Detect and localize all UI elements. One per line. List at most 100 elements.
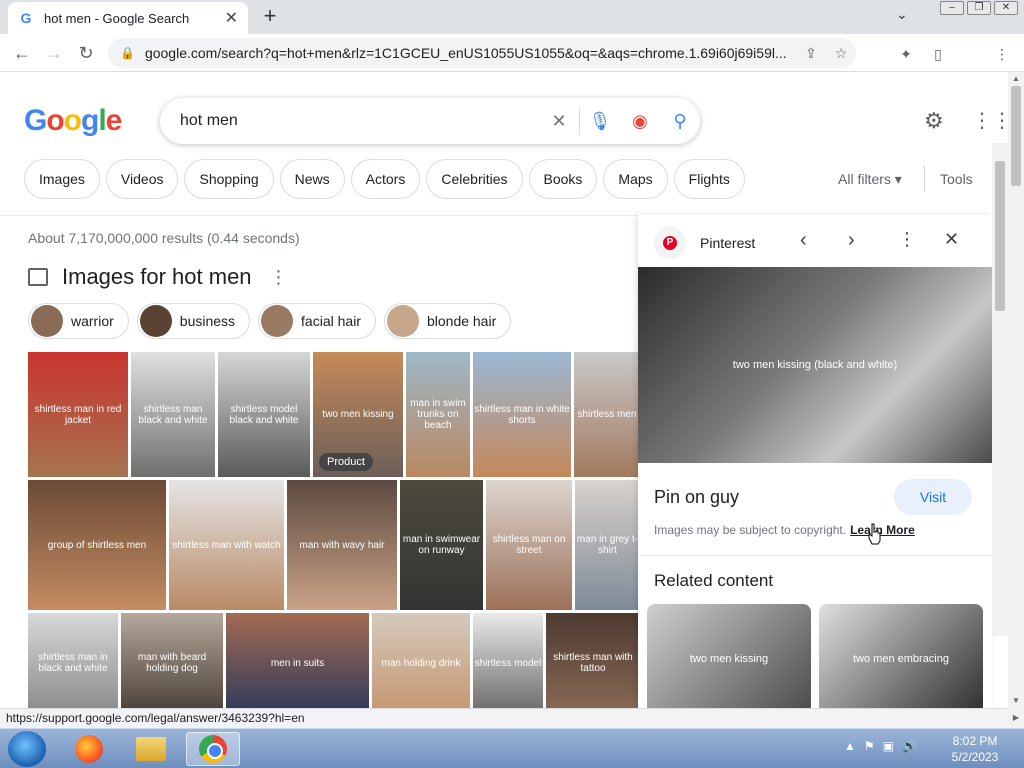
panel-scrollbar[interactable] xyxy=(992,143,1008,636)
tab-search-chevron-icon[interactable]: ⌄ xyxy=(896,6,908,23)
all-filters-button[interactable]: All filters ▾ xyxy=(838,171,902,188)
panel-divider xyxy=(638,555,992,556)
chip-thumbnail xyxy=(139,305,172,337)
refine-chip-blonde-hair[interactable]: blonde hair xyxy=(383,303,512,339)
google-logo[interactable]: Google xyxy=(24,104,122,138)
url-text[interactable]: google.com/search?q=hot+men&rlz=1C1GCEU_… xyxy=(145,45,796,61)
refine-chip-business[interactable]: business xyxy=(136,303,251,339)
chip-actors[interactable]: Actors xyxy=(350,159,421,199)
search-input[interactable]: hot men xyxy=(180,112,539,130)
refine-chip-warrior[interactable]: warrior xyxy=(28,303,129,339)
image-result[interactable]: shirtless man on street xyxy=(486,480,572,610)
scroll-down-arrow-icon[interactable]: ▼ xyxy=(1012,696,1020,705)
chip-thumbnail xyxy=(261,305,294,337)
tools-button[interactable]: Tools xyxy=(940,171,973,187)
image-result[interactable]: shirtless man with watch xyxy=(169,480,284,610)
image-result[interactable]: shirtless model xyxy=(473,613,543,708)
chip-images[interactable]: Images xyxy=(24,159,100,199)
windows-start-button[interactable] xyxy=(8,731,46,767)
new-tab-button[interactable]: + xyxy=(258,4,282,28)
panel-source[interactable]: P Pinterest xyxy=(654,227,755,259)
preview-title[interactable]: Pin on guy xyxy=(654,487,739,508)
image-result[interactable]: shirtless man black and white xyxy=(131,352,215,477)
related-content-heading: Related content xyxy=(654,571,774,590)
search-box[interactable]: hot men ✕ 🎙 ◉ ⚲ xyxy=(160,98,700,144)
image-result[interactable]: man in grey t-shirt xyxy=(575,480,640,610)
image-result[interactable]: man in swimwear on runway xyxy=(400,480,483,610)
image-result[interactable]: shirtless men xyxy=(574,352,640,477)
chip-news[interactable]: News xyxy=(279,159,345,199)
panel-scrollbar-thumb[interactable] xyxy=(995,161,1005,311)
lock-icon[interactable]: 🔒 xyxy=(120,46,135,60)
browser-tab[interactable]: G hot men - Google Search ✕ xyxy=(8,2,248,34)
page-scrollbar[interactable]: ▲ ▼ xyxy=(1008,72,1024,708)
more-options-icon[interactable]: ⋮ xyxy=(270,267,288,288)
forward-arrow-icon[interactable]: → xyxy=(42,42,66,66)
image-result[interactable]: shirtless man in red jacket xyxy=(28,352,128,477)
side-panel-icon[interactable]: ▯ xyxy=(926,42,950,66)
taskbar-firefox[interactable] xyxy=(62,732,116,766)
refine-chip-facial-hair[interactable]: facial hair xyxy=(258,303,376,339)
image-result[interactable]: group of shirtless men xyxy=(28,480,166,610)
close-panel-icon[interactable]: ✕ xyxy=(944,229,959,250)
image-result[interactable]: shirtless man with tattoo xyxy=(546,613,640,708)
system-clock[interactable]: 8:02 PM 5/2/2023 xyxy=(940,733,1010,765)
chip-flights[interactable]: Flights xyxy=(673,159,745,199)
taskbar-chrome[interactable] xyxy=(186,732,240,766)
refine-chips: warrior business facial hair blonde hair xyxy=(28,303,512,339)
microphone-icon[interactable]: 🎙 xyxy=(580,111,620,132)
maximize-button[interactable]: ❐ xyxy=(967,1,991,15)
image-result[interactable]: men in suits xyxy=(226,613,369,708)
divider xyxy=(924,166,925,192)
network-icon[interactable]: ▣ xyxy=(883,739,894,753)
product-badge: Product xyxy=(319,453,373,471)
image-result[interactable]: man with beard holding dog xyxy=(121,613,223,708)
image-result[interactable]: shirtless model black and white xyxy=(218,352,310,477)
action-center-flag-icon[interactable]: ⚑ xyxy=(864,739,875,753)
chrome-icon xyxy=(199,735,227,763)
image-result[interactable]: shirtless man in black and white xyxy=(28,613,118,708)
related-image[interactable]: two men kissing xyxy=(647,604,811,708)
settings-gear-icon[interactable]: ⚙ xyxy=(924,108,944,134)
reload-icon[interactable]: ↻ xyxy=(74,42,98,66)
clear-search-icon[interactable]: ✕ xyxy=(539,111,579,132)
address-bar[interactable]: 🔒 google.com/search?q=hot+men&rlz=1C1GCE… xyxy=(108,38,856,68)
browser-titlebar: G hot men - Google Search ✕ + ⌄ – ❐ ✕ xyxy=(0,0,1024,34)
chip-videos[interactable]: Videos xyxy=(105,159,179,199)
preview-image[interactable]: two men kissing (black and white) xyxy=(638,267,992,463)
show-hidden-icons-icon[interactable]: ▲ xyxy=(844,739,856,753)
close-tab-icon[interactable]: ✕ xyxy=(225,8,238,28)
next-image-chevron-icon[interactable]: › xyxy=(848,229,855,252)
chip-books[interactable]: Books xyxy=(528,159,598,199)
back-arrow-icon[interactable]: ← xyxy=(10,42,34,66)
firefox-icon xyxy=(75,735,103,763)
previous-image-chevron-icon[interactable]: ‹ xyxy=(800,229,807,252)
scroll-up-arrow-icon[interactable]: ▲ xyxy=(1012,74,1020,83)
close-window-button[interactable]: ✕ xyxy=(994,1,1018,15)
browser-menu-icon[interactable]: ⋮ xyxy=(990,42,1014,66)
image-result[interactable]: two men kissing Product xyxy=(313,352,403,477)
panel-more-options-icon[interactable]: ⋮ xyxy=(898,229,916,250)
visit-button[interactable]: Visit xyxy=(894,479,972,515)
image-result[interactable]: man in swim trunks on beach xyxy=(406,352,470,477)
google-apps-grid-icon[interactable]: ⋮⋮⋮ xyxy=(972,108,1008,133)
search-icon[interactable]: ⚲ xyxy=(660,111,700,132)
camera-lens-icon[interactable]: ◉ xyxy=(620,111,660,132)
chip-celebrities[interactable]: Celebrities xyxy=(426,159,523,199)
chip-shopping[interactable]: Shopping xyxy=(184,159,274,199)
image-result[interactable]: man holding drink xyxy=(372,613,470,708)
related-image[interactable]: two men embracing xyxy=(819,604,983,708)
taskbar-file-explorer[interactable] xyxy=(124,732,178,766)
chip-maps[interactable]: Maps xyxy=(603,159,668,199)
pinterest-logo-icon: P xyxy=(654,227,686,259)
extensions-puzzle-icon[interactable]: ✦ xyxy=(894,42,918,66)
bookmark-star-icon[interactable]: ☆ xyxy=(826,45,856,62)
volume-icon[interactable]: 🔊 xyxy=(902,739,917,753)
image-result[interactable]: shirtless man in white shorts xyxy=(473,352,571,477)
scroll-right-arrow-icon[interactable]: ▶ xyxy=(1008,708,1024,728)
share-icon[interactable]: ⇪ xyxy=(796,45,826,62)
minimize-button[interactable]: – xyxy=(940,1,964,15)
page-scrollbar-thumb[interactable] xyxy=(1011,86,1021,186)
learn-more-link[interactable]: Learn More xyxy=(850,523,915,537)
image-result[interactable]: man with wavy hair xyxy=(287,480,397,610)
